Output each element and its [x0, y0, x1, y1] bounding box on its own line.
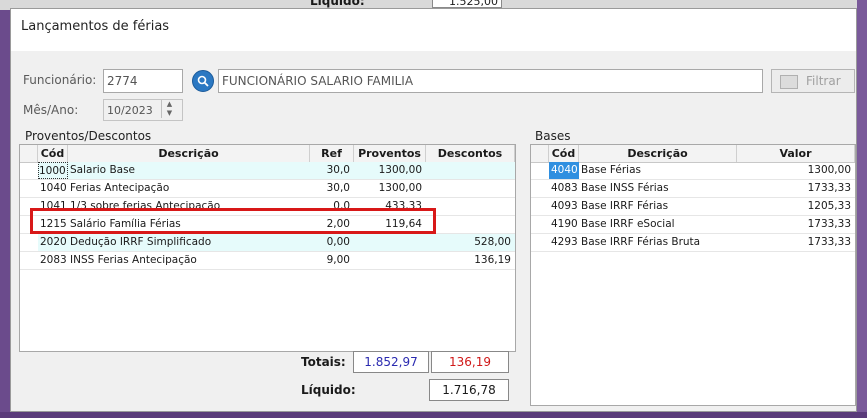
table-row[interactable]: 4293 Base IRRF Férias Bruta 1733,33 — [531, 234, 855, 252]
table-row[interactable]: 2083 INSS Ferias Antecipação 9,00 136,19 — [20, 252, 515, 270]
liquido-label: Líquido: — [301, 383, 356, 397]
cell-proventos: 1300,00 — [378, 182, 422, 194]
col-cod[interactable]: Cód — [38, 145, 68, 162]
filter-icon — [780, 75, 798, 89]
totais-label: Totais: — [301, 355, 346, 369]
bases-group-label: Bases — [535, 129, 571, 143]
bases-grid[interactable]: Cód Descrição Valor 4040 Base Férias 130… — [530, 144, 856, 406]
col-valor[interactable]: Valor — [737, 145, 855, 162]
col-proventos[interactable]: Proventos — [354, 145, 426, 162]
funcionario-name-field: FUNCIONÁRIO SALARIO FAMILIA — [218, 69, 763, 93]
cell-descricao: Salario Base — [68, 162, 310, 179]
liquido-total: 1.716,78 — [429, 379, 509, 401]
cell-descricao: Base Férias — [581, 164, 641, 176]
cell-descricao: Base INSS Férias — [581, 182, 669, 194]
row-indicator-header — [531, 145, 549, 162]
background-desktop-right — [857, 0, 867, 418]
mesano-value: 10/2023 — [107, 104, 153, 117]
row-indicator-header — [20, 145, 38, 162]
col-descricao[interactable]: Descrição — [579, 145, 737, 162]
cell-cod: 4190 — [551, 218, 578, 230]
table-row[interactable]: 4093 Base IRRF Férias 1205,33 — [531, 198, 855, 216]
cell-cod: 1040 — [40, 182, 67, 194]
cell-valor: 1733,33 — [807, 182, 851, 194]
search-button[interactable] — [192, 70, 214, 92]
cell-descontos — [426, 180, 515, 197]
cell-cod: 4083 — [551, 182, 578, 194]
mesano-label: Mês/Ano: — [23, 103, 79, 117]
proventos-total: 1.852,97 — [353, 351, 429, 373]
cell-proventos — [354, 234, 426, 251]
search-icon — [197, 75, 209, 87]
table-row[interactable]: 2020 Dedução IRRF Simplificado 0,00 528,… — [20, 234, 515, 252]
filtrar-button[interactable]: Filtrar — [771, 69, 855, 93]
cell-cod: 4293 — [551, 236, 578, 248]
highlight-annotation — [30, 208, 436, 234]
table-row[interactable]: 4040 Base Férias 1300,00 — [531, 162, 855, 180]
cell-descricao: INSS Ferias Antecipação — [70, 254, 197, 266]
cell-descricao: Base IRRF Férias Bruta — [581, 236, 701, 248]
cell-proventos: 1300,00 — [354, 162, 426, 179]
col-descontos[interactable]: Descontos — [426, 145, 515, 162]
cell-descontos — [426, 162, 515, 179]
cell-descricao: Base IRRF Férias — [581, 200, 669, 212]
proventos-header: Cód Descrição Ref Proventos Descontos — [20, 145, 515, 163]
funcionario-label: Funcionário: — [23, 73, 97, 87]
bases-header: Cód Descrição Valor — [531, 145, 855, 163]
cell-valor: 1300,00 — [807, 164, 851, 176]
col-cod[interactable]: Cód — [549, 145, 579, 162]
cell-descontos: 136,19 — [474, 254, 511, 266]
mesano-spinner[interactable]: ▲ ▼ — [161, 100, 177, 118]
cell-descricao: Ferias Antecipação — [70, 182, 170, 194]
cell-proventos — [354, 252, 426, 269]
filtrar-label: Filtrar — [806, 74, 841, 88]
cell-cod: 4093 — [551, 200, 578, 212]
cell-descontos: 528,00 — [426, 234, 515, 251]
cell-cod: 2020 — [38, 234, 68, 251]
cell-ref: 30,0 — [326, 182, 350, 194]
cell-valor: 1733,33 — [807, 236, 851, 248]
cell-descricao: Base IRRF eSocial — [581, 218, 675, 230]
cell-descontos — [426, 216, 515, 233]
background-liquido-label: Líquido: — [310, 0, 365, 8]
cell-cod: 1000 — [38, 162, 68, 179]
spinner-down-icon[interactable]: ▼ — [162, 109, 177, 118]
background-liquido-value: 1.525,00 — [432, 0, 502, 8]
col-descricao[interactable]: Descrição — [68, 145, 310, 162]
funcionario-code-input[interactable]: 2774 — [103, 69, 183, 93]
table-row[interactable]: 1040 Ferias Antecipação 30,0 1300,00 — [20, 180, 515, 198]
descontos-total: 136,19 — [431, 351, 509, 373]
table-row[interactable]: 4190 Base IRRF eSocial 1733,33 — [531, 216, 855, 234]
cell-ref: 0,00 — [310, 234, 354, 251]
cell-cod: 2083 — [40, 254, 67, 266]
table-row[interactable]: 4083 Base INSS Férias 1733,33 — [531, 180, 855, 198]
cell-ref: 9,00 — [326, 254, 350, 266]
cell-descricao: Dedução IRRF Simplificado — [68, 234, 310, 251]
table-row[interactable]: 1000 Salario Base 30,0 1300,00 — [20, 162, 515, 180]
cell-valor: 1205,33 — [807, 200, 851, 212]
cell-cod: 4040 — [549, 162, 579, 179]
cell-descontos — [426, 198, 515, 215]
window-title: Lançamentos de férias — [21, 19, 170, 34]
col-ref[interactable]: Ref — [310, 145, 354, 162]
proventos-grid[interactable]: Cód Descrição Ref Proventos Descontos 10… — [19, 144, 516, 352]
proventos-group-label: Proventos/Descontos — [25, 129, 152, 143]
cell-valor: 1733,33 — [807, 218, 851, 230]
cell-ref: 30,0 — [310, 162, 354, 179]
spinner-up-icon[interactable]: ▲ — [162, 100, 177, 109]
desktop-bottom — [0, 412, 867, 418]
